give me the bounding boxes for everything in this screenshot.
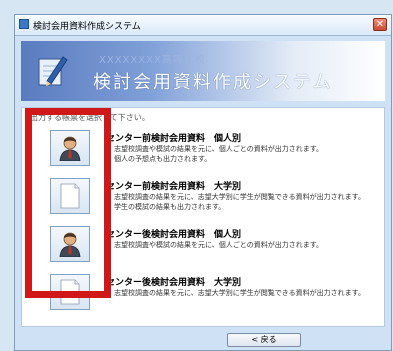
report-description-note: 学生の模試の結果も出力されます。 [114,203,226,211]
report-description-note: 個人の予想点も出力されます。 [114,155,212,163]
close-button[interactable]: ✕ [373,18,387,31]
report-description: 志望校調査の結果を元に、志望大学別に学生が閲覧できる資料が出力されます。 [114,289,365,297]
report-title: センター前検討会用資料 大学別 [106,182,242,192]
page-background: 検討会用資料作成システム ✕ XXXXXXXX高等学校 検討会用資料作成システム… [0,0,393,351]
report-title: センター前検討会用資料 個人別 [106,134,242,144]
window-title: 検討会用資料作成システム [33,22,141,32]
app-icon [19,19,29,29]
system-title: 検討会用資料作成システム [93,72,333,93]
report-title: センター後検討会用資料 大学別 [106,278,242,288]
pencil-notebook-icon [38,56,68,86]
report-description: 志望校調査や模試の結果を元に、個人ごとの資料が出力されます。 [114,241,324,249]
header-banner: XXXXXXXX高等学校 検討会用資料作成システム [21,41,385,101]
report-title: センター後検討会用資料 個人別 [106,230,242,240]
footer-bar: < 戻る [21,331,385,349]
report-description: 志望校調査の結果を元に、志望大学別に学生が閲覧できる資料が出力されます。 [114,193,365,201]
title-bar: 検討会用資料作成システム ✕ [15,15,391,36]
school-name: XXXXXXXX高等学校 [99,55,206,66]
report-description: 志望校調査や模試の結果を元に、個人ごとの資料が出力されます。 [114,145,324,153]
back-button[interactable]: < 戻る [227,333,301,347]
annotation-highlight-box [25,108,111,298]
